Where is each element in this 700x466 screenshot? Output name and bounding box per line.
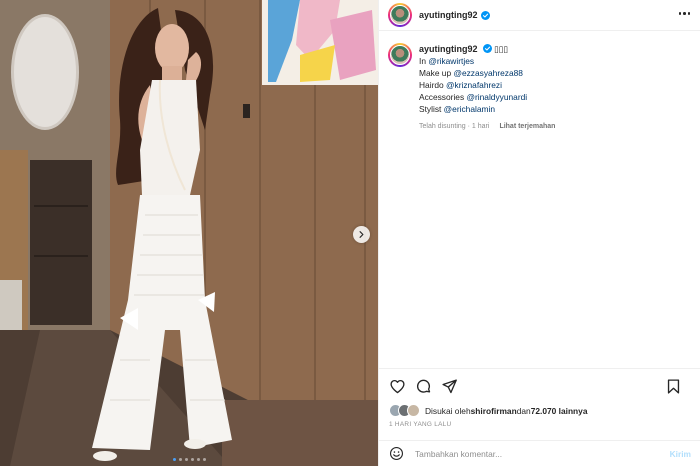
likes-joiner: dan — [516, 405, 531, 416]
more-horizontal-icon — [678, 12, 681, 15]
header-username[interactable]: ayutingting92 — [419, 10, 478, 20]
comment-icon[interactable] — [415, 378, 432, 395]
caption-body: ayutingting92 ▯▯▯ In @rikawirtjes Make u… — [419, 43, 555, 133]
post-photo[interactable] — [0, 0, 378, 466]
carousel-dot — [184, 458, 188, 461]
edited-timestamp: Telah disunting · 1 hari — [419, 123, 490, 130]
comment-input[interactable] — [415, 448, 670, 459]
liker-username[interactable]: shirofirman — [471, 406, 517, 416]
avatar — [407, 404, 420, 417]
post-header: ayutingting92 — [379, 0, 700, 31]
see-translation-link[interactable]: Lihat terjemahan — [499, 121, 555, 133]
mention-link[interactable]: @kriznafahrezi — [446, 80, 502, 90]
carousel-dot — [196, 458, 200, 461]
carousel-next-button[interactable] — [353, 226, 370, 243]
post-comment-button[interactable]: Kirim — [670, 449, 691, 459]
caption-line: In @rikawirtjes — [419, 55, 555, 67]
mention-link[interactable]: @erichalamin — [444, 104, 495, 114]
avatar[interactable] — [388, 3, 412, 27]
caption-emoji: ▯▯▯ — [494, 44, 508, 54]
photo-scene — [0, 0, 378, 466]
heart-icon[interactable] — [389, 378, 406, 395]
likes-summary: Disukai oleh shirofirman dan 72.070 lain… — [389, 404, 588, 417]
more-options-button[interactable] — [678, 12, 690, 15]
caption-meta: Telah disunting · 1 hari Lihat terjemaha… — [419, 121, 555, 133]
carousel-dot — [202, 458, 206, 461]
caption-line: Accessories @rinaldyyunardi — [419, 91, 555, 103]
post-timestamp[interactable]: 1 HARI YANG LALU — [389, 421, 451, 428]
action-bar — [379, 368, 700, 404]
likes-count[interactable]: 72.070 lainnya — [531, 406, 588, 416]
caption-line: Hairdo @kriznafahrezi — [419, 79, 555, 91]
caption: ayutingting92 ▯▯▯ In @rikawirtjes Make u… — [379, 31, 700, 133]
comment-box: Kirim — [379, 440, 700, 466]
verified-badge-icon — [482, 44, 492, 53]
carousel-dot — [172, 458, 176, 461]
carousel-dot — [190, 458, 194, 461]
mention-link[interactable]: @rinaldyyunardi — [466, 92, 527, 102]
caption-avatar[interactable] — [388, 43, 412, 67]
post-sidebar: ayutingting92 ayutingting92 ▯▯▯ In @rika… — [378, 0, 700, 466]
mention-link[interactable]: @ezzasyahreza88 — [453, 68, 523, 78]
caption-label: Stylist — [419, 104, 444, 114]
paper-plane-icon[interactable] — [441, 378, 458, 395]
likes-prefix: Disukai oleh — [425, 405, 471, 416]
verified-badge-icon — [480, 10, 490, 20]
caption-username[interactable]: ayutingting92 — [419, 44, 478, 54]
smiley-icon[interactable] — [389, 446, 404, 461]
bookmark-icon[interactable] — [665, 378, 682, 395]
caption-line: Stylist @erichalamin — [419, 103, 555, 115]
liker-avatars — [389, 404, 420, 417]
caption-label: Hairdo — [419, 80, 446, 90]
caption-label: Accessories — [419, 92, 467, 102]
carousel-indicator — [0, 458, 378, 461]
caption-line: Make up @ezzasyahreza88 — [419, 67, 555, 79]
caption-label: In — [419, 56, 429, 66]
mention-link[interactable]: @rikawirtjes — [428, 56, 474, 66]
instagram-post: ayutingting92 ayutingting92 ▯▯▯ In @rika… — [0, 0, 700, 466]
carousel-dot — [178, 458, 182, 461]
chevron-right-icon — [359, 231, 364, 238]
caption-label: Make up — [419, 68, 454, 78]
